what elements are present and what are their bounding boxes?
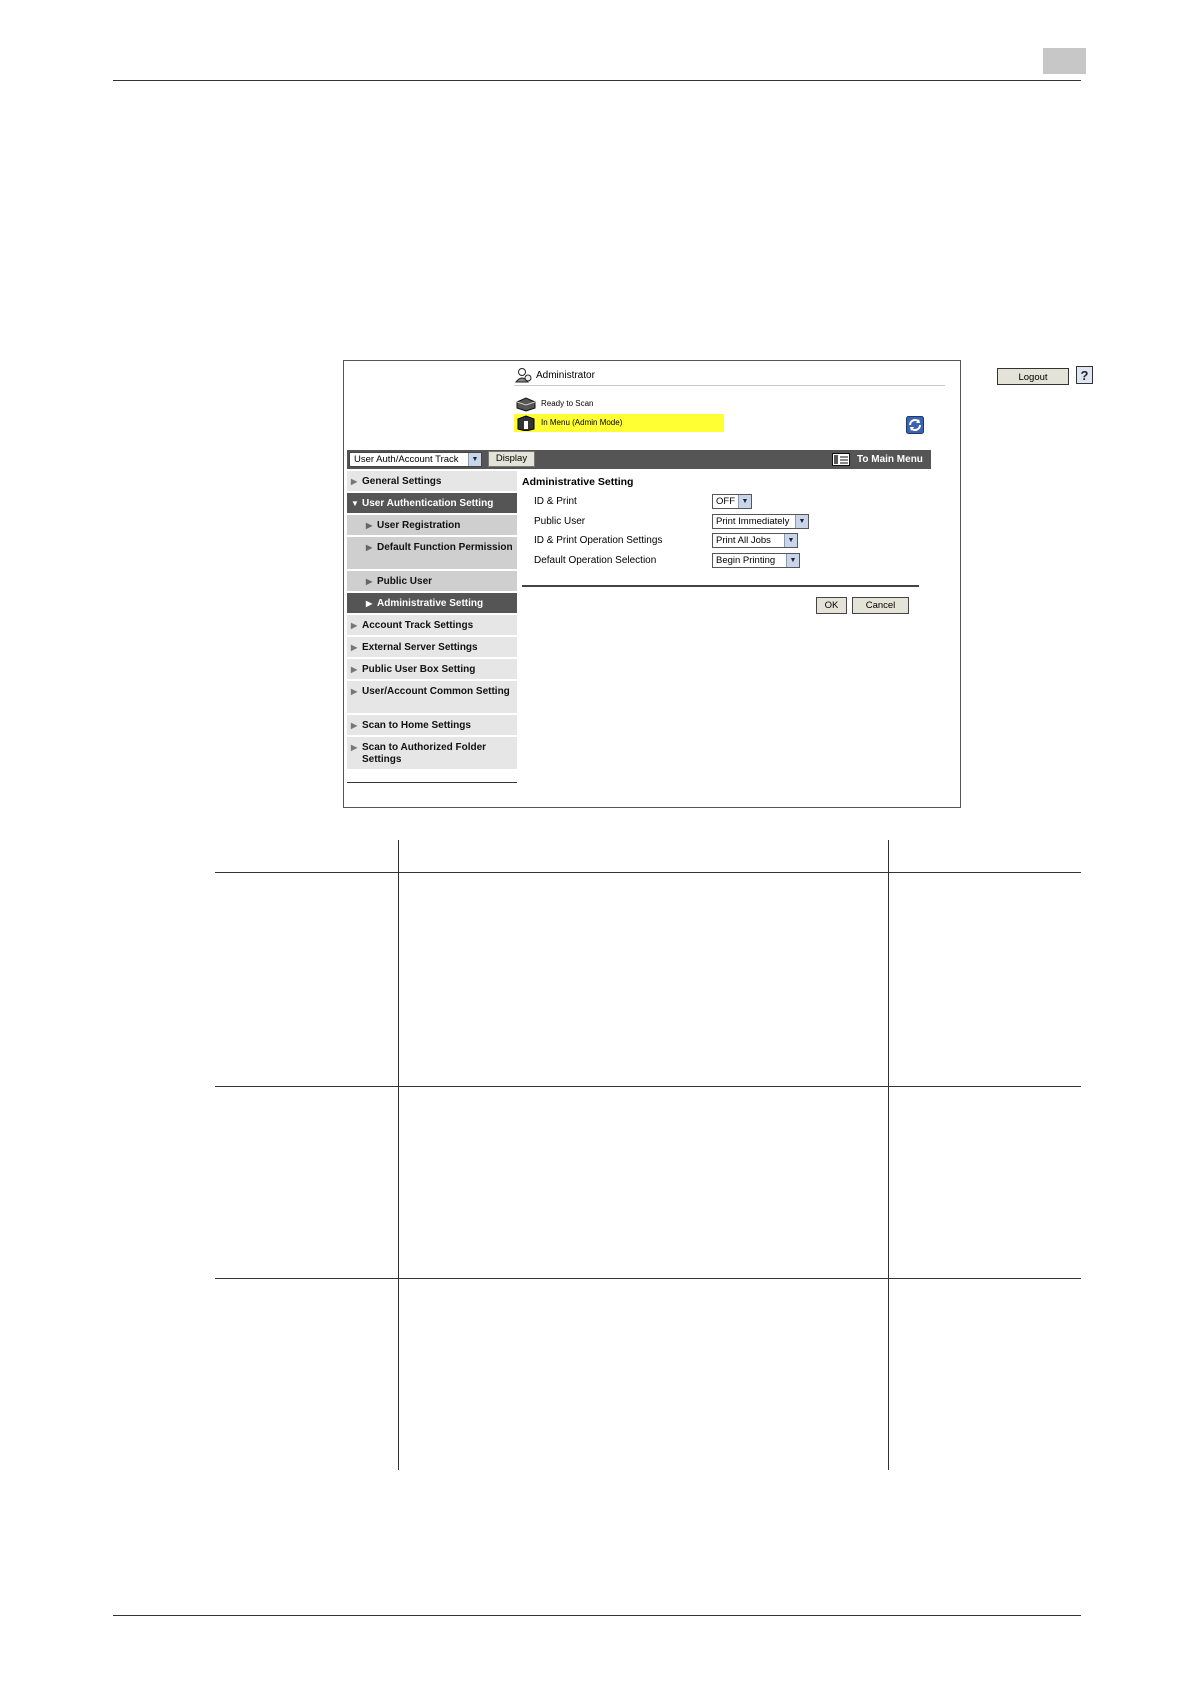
to-main-menu-link[interactable]: To Main Menu — [857, 454, 923, 465]
status-admin-mode: In Menu (Admin Mode) — [514, 414, 724, 432]
sidebar-item-user-account-common-setting[interactable]: ▶ User/Account Common Setting — [347, 681, 517, 715]
arrow-right-icon: ▶ — [366, 543, 373, 552]
user-name-label: Administrator — [536, 370, 595, 381]
sidebar-item-external-server-settings[interactable]: ▶ External Server Settings — [347, 637, 517, 659]
sidebar-item-label: Default Function Permission — [377, 542, 513, 553]
sidebar-item-general-settings[interactable]: ▶ General Settings — [347, 471, 517, 493]
arrow-down-icon: ▼ — [351, 499, 359, 508]
public-user-select-value: Print Immediately — [716, 516, 790, 527]
sidebar-item-label: User Registration — [377, 520, 461, 531]
ok-button[interactable]: OK — [816, 597, 847, 614]
sidebar-item-public-user[interactable]: ▶ Public User — [347, 571, 517, 593]
arrow-right-icon: ▶ — [351, 643, 358, 652]
sidebar-item-user-authentication[interactable]: ▼ User Authentication Setting — [347, 493, 517, 515]
sidebar: ▶ General Settings ▼ User Authentication… — [347, 471, 517, 783]
arrow-right-icon: ▶ — [351, 477, 358, 486]
sidebar-item-label: Scan to Authorized Folder Settings — [362, 742, 487, 765]
admin-bar: Administrator Logout ? — [514, 365, 1093, 386]
chevron-down-icon: ▼ — [738, 495, 751, 508]
chevron-down-icon: ▼ — [784, 534, 797, 547]
field-label-public-user: Public User — [534, 516, 586, 527]
id-print-select-value: OFF — [716, 496, 735, 507]
arrow-right-icon: ▶ — [366, 521, 373, 530]
status-ready-text: Ready to Scan — [541, 399, 594, 408]
sidebar-item-default-function-permission[interactable]: ▶ Default Function Permission — [347, 537, 517, 571]
cancel-button[interactable]: Cancel — [852, 597, 909, 614]
sidebar-item-label: External Server Settings — [362, 642, 478, 653]
arrow-right-icon: ▶ — [366, 599, 373, 608]
arrow-right-icon: ▶ — [366, 577, 373, 586]
table-row-rule — [215, 1278, 1081, 1279]
main-menu-icon — [832, 453, 850, 466]
sidebar-item-administrative-setting[interactable]: ▶ Administrative Setting — [347, 593, 517, 615]
table-header-rule — [215, 872, 1081, 873]
sidebar-item-label: Scan to Home Settings — [362, 720, 471, 731]
content-divider — [522, 585, 919, 587]
display-button[interactable]: Display — [488, 451, 535, 467]
page-number-tab — [1043, 48, 1086, 74]
chevron-down-icon: ▼ — [468, 453, 481, 466]
field-label-id-print-operation: ID & Print Operation Settings — [534, 535, 663, 546]
field-label-id-print: ID & Print — [534, 496, 577, 507]
arrow-right-icon: ▶ — [351, 665, 358, 674]
sidebar-item-user-registration[interactable]: ▶ User Registration — [347, 515, 517, 537]
administrator-icon — [515, 368, 532, 383]
public-user-select[interactable]: Print Immediately ▼ — [712, 514, 809, 529]
sidebar-bottom-rule — [347, 782, 517, 783]
section-title: Administrative Setting — [522, 476, 634, 488]
sidebar-item-scan-to-home-settings[interactable]: ▶ Scan to Home Settings — [347, 715, 517, 737]
table-row-rule — [215, 1086, 1081, 1087]
sidebar-item-label: User/Account Common Setting — [362, 686, 510, 697]
footer-rule — [113, 1615, 1081, 1616]
logout-button[interactable]: Logout — [997, 368, 1069, 385]
table-column-rule — [398, 840, 399, 1470]
help-button[interactable]: ? — [1076, 366, 1093, 384]
arrow-right-icon: ▶ — [351, 721, 358, 730]
printer-icon — [516, 397, 536, 412]
status-admin-mode-text: In Menu (Admin Mode) — [541, 418, 623, 427]
sidebar-item-account-track-settings[interactable]: ▶ Account Track Settings — [347, 615, 517, 637]
machine-icon — [517, 415, 535, 431]
sidebar-item-label: Public User Box Setting — [362, 664, 476, 675]
sidebar-item-public-user-box-setting[interactable]: ▶ Public User Box Setting — [347, 659, 517, 681]
sidebar-item-label: Public User — [377, 576, 433, 587]
sidebar-item-label: Administrative Setting — [377, 598, 484, 609]
id-print-operation-select-value: Print All Jobs — [716, 535, 771, 546]
default-operation-select-value: Begin Printing — [716, 555, 776, 566]
arrow-right-icon: ▶ — [351, 687, 358, 696]
arrow-right-icon: ▶ — [351, 743, 358, 752]
web-utility-screenshot: Administrator Logout ? Ready to Scan In … — [343, 360, 1093, 808]
sidebar-item-scan-to-authorized-folder[interactable]: ▶ Scan to Authorized Folder Settings — [347, 737, 517, 771]
default-operation-select[interactable]: Begin Printing ▼ — [712, 553, 800, 568]
sidebar-item-label: General Settings — [362, 476, 442, 487]
table-column-rule — [888, 840, 889, 1470]
refresh-icon[interactable] — [906, 416, 924, 434]
chevron-down-icon: ▼ — [786, 554, 799, 567]
id-print-select[interactable]: OFF ▼ — [712, 494, 752, 509]
category-select[interactable]: User Auth/Account Track ▼ — [349, 452, 482, 467]
field-label-default-operation: Default Operation Selection — [534, 555, 657, 566]
sidebar-item-label: User Authentication Setting — [362, 498, 494, 509]
sidebar-item-label: Account Track Settings — [362, 620, 474, 631]
arrow-right-icon: ▶ — [351, 621, 358, 630]
navigation-bar: User Auth/Account Track ▼ Display To Mai… — [347, 450, 931, 469]
category-select-value: User Auth/Account Track — [354, 454, 459, 465]
id-print-operation-select[interactable]: Print All Jobs ▼ — [712, 533, 798, 548]
header-rule — [113, 80, 1081, 81]
chevron-down-icon: ▼ — [795, 515, 808, 528]
status-ready: Ready to Scan — [514, 395, 764, 412]
